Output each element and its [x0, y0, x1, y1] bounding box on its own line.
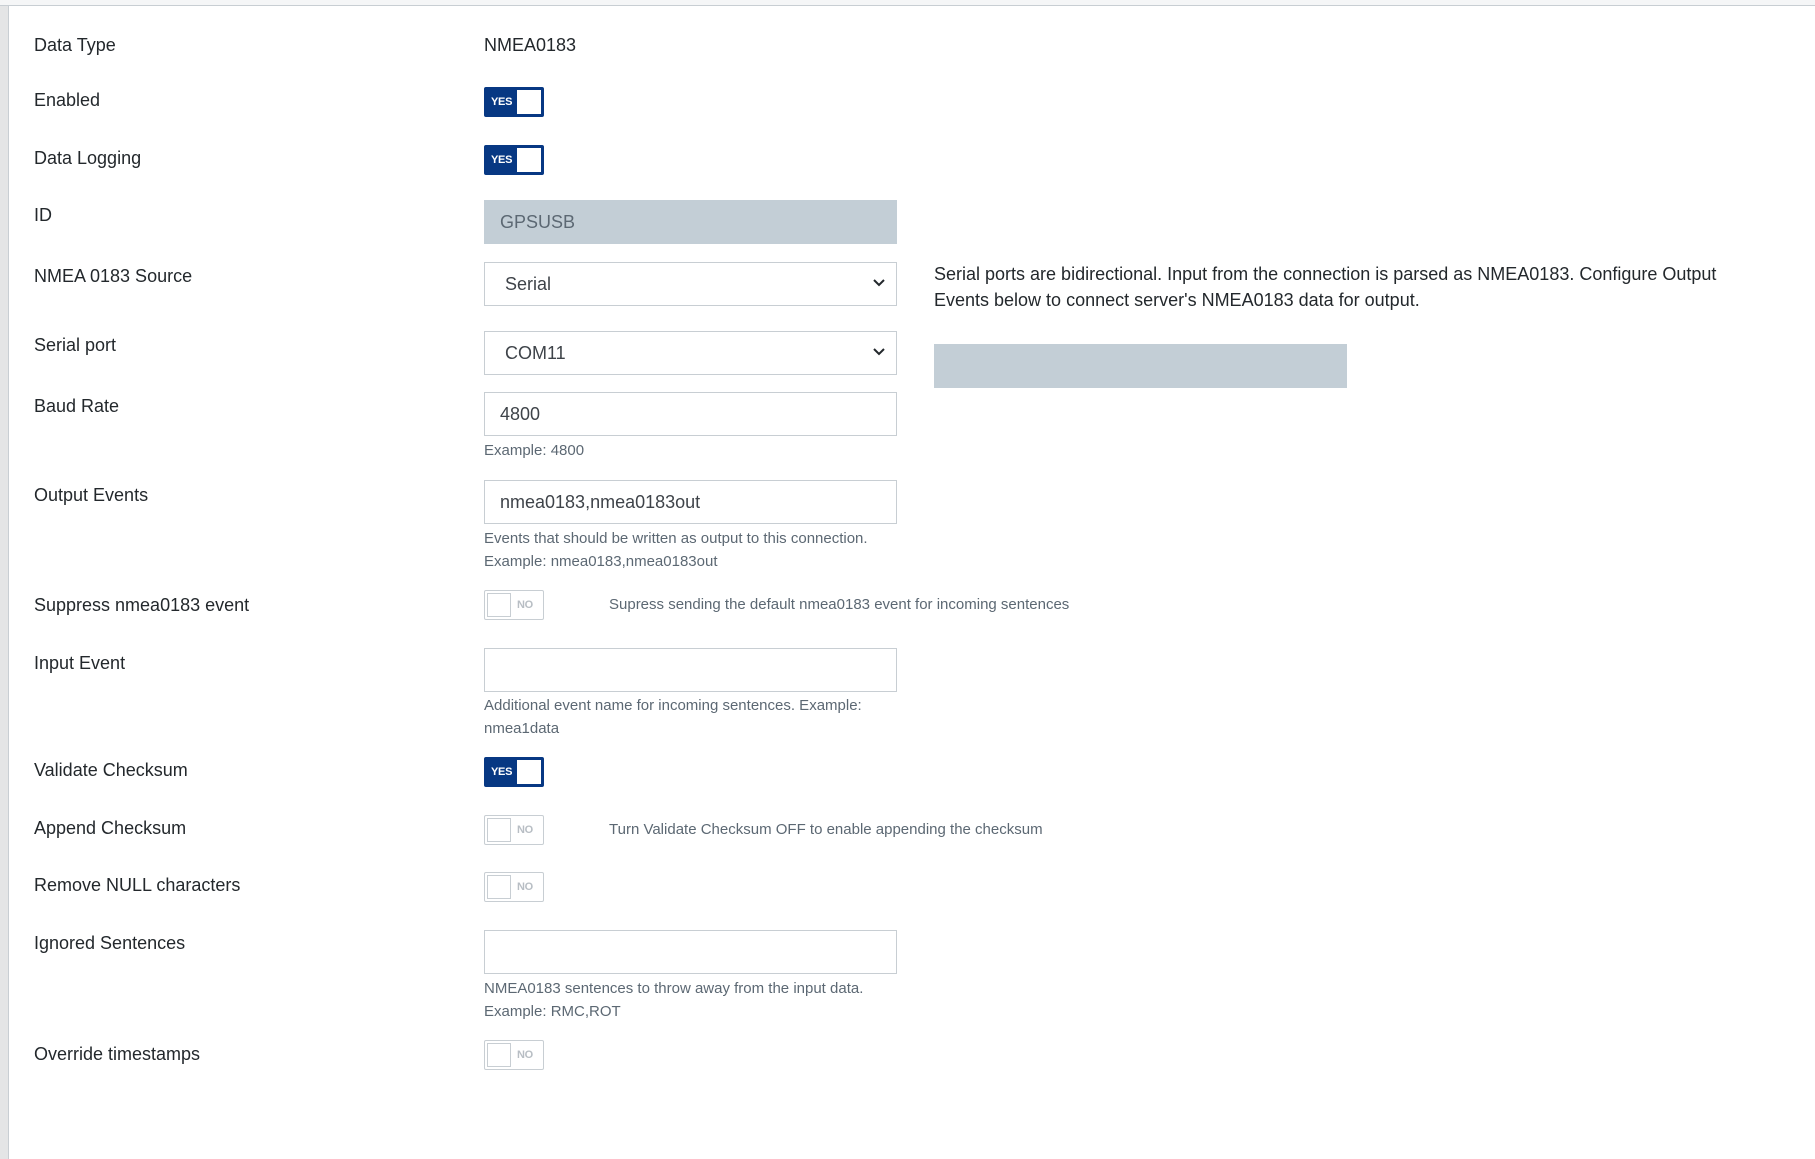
baud-rate-input[interactable]: 4800	[484, 392, 897, 436]
toggle-knob	[487, 593, 511, 617]
toggle-state: NO	[517, 824, 533, 836]
toggle-state: YES	[491, 154, 513, 166]
serial-port-selected-value: COM11	[505, 343, 566, 363]
data-logging-toggle[interactable]: YES	[484, 145, 544, 175]
serial-port-select[interactable]: COM11	[484, 331, 897, 375]
output-events-help-1: Events that should be written as output …	[484, 530, 868, 547]
toggle-knob	[517, 760, 541, 784]
ignored-sentences-help-1: NMEA0183 sentences to throw away from th…	[484, 980, 864, 997]
source-description: Serial ports are bidirectional. Input fr…	[934, 264, 1717, 310]
id-label: ID	[34, 205, 52, 225]
serial-port-info-box	[934, 344, 1347, 388]
suppress-help: Supress sending the default nmea0183 eve…	[609, 596, 1070, 613]
toggle-state: NO	[517, 1049, 533, 1061]
override-timestamps-label: Override timestamps	[34, 1044, 201, 1064]
left-border	[0, 6, 9, 1159]
toggle-state: YES	[491, 766, 513, 778]
serial-port-label: Serial port	[34, 335, 117, 355]
id-field: GPSUSB	[484, 200, 897, 244]
override-timestamps-toggle[interactable]: NO	[484, 1040, 544, 1070]
input-event-help-2: nmea1data	[484, 720, 560, 737]
toggle-state: NO	[517, 881, 533, 893]
toggle-knob	[487, 1043, 511, 1067]
baud-rate-label: Baud Rate	[34, 396, 120, 416]
validate-checksum-label: Validate Checksum	[34, 760, 188, 780]
input-event-label: Input Event	[34, 653, 126, 673]
remove-null-label: Remove NULL characters	[34, 875, 241, 895]
suppress-label: Suppress nmea0183 event	[34, 595, 250, 615]
top-border	[0, 0, 1815, 6]
chevron-down-icon	[873, 348, 885, 356]
baud-rate-help: Example: 4800	[484, 442, 585, 459]
suppress-toggle[interactable]: NO	[484, 590, 544, 620]
ignored-sentences-help-2: Example: RMC,ROT	[484, 1003, 621, 1020]
source-selected-value: Serial	[505, 274, 552, 294]
data-logging-label: Data Logging	[34, 148, 142, 168]
ignored-sentences-input[interactable]	[484, 930, 897, 974]
output-events-input[interactable]: nmea0183,nmea0183out	[484, 480, 897, 524]
append-checksum-help: Turn Validate Checksum OFF to enable app…	[609, 821, 1043, 838]
source-select[interactable]: Serial	[484, 262, 897, 306]
data-type-value: NMEA0183	[484, 35, 577, 55]
enabled-toggle[interactable]: YES	[484, 87, 544, 117]
input-event-input[interactable]	[484, 648, 897, 692]
toggle-state: YES	[491, 96, 513, 108]
toggle-knob	[487, 818, 511, 842]
validate-checksum-toggle[interactable]: YES	[484, 757, 544, 787]
append-checksum-toggle[interactable]: NO	[484, 815, 544, 845]
output-events-label: Output Events	[34, 485, 149, 505]
output-events-help-2: Example: nmea0183,nmea0183out	[484, 553, 718, 570]
ignored-sentences-label: Ignored Sentences	[34, 933, 186, 953]
source-label: NMEA 0183 Source	[34, 266, 193, 286]
toggle-knob	[517, 148, 541, 172]
toggle-knob	[517, 90, 541, 114]
data-type-label: Data Type	[34, 35, 116, 55]
input-event-help-1: Additional event name for incoming sente…	[484, 697, 862, 714]
chevron-down-icon	[873, 279, 885, 287]
append-checksum-label: Append Checksum	[34, 818, 187, 838]
enabled-label: Enabled	[34, 90, 101, 110]
remove-null-toggle[interactable]: NO	[484, 872, 544, 902]
toggle-state: NO	[517, 599, 533, 611]
toggle-knob	[487, 875, 511, 899]
